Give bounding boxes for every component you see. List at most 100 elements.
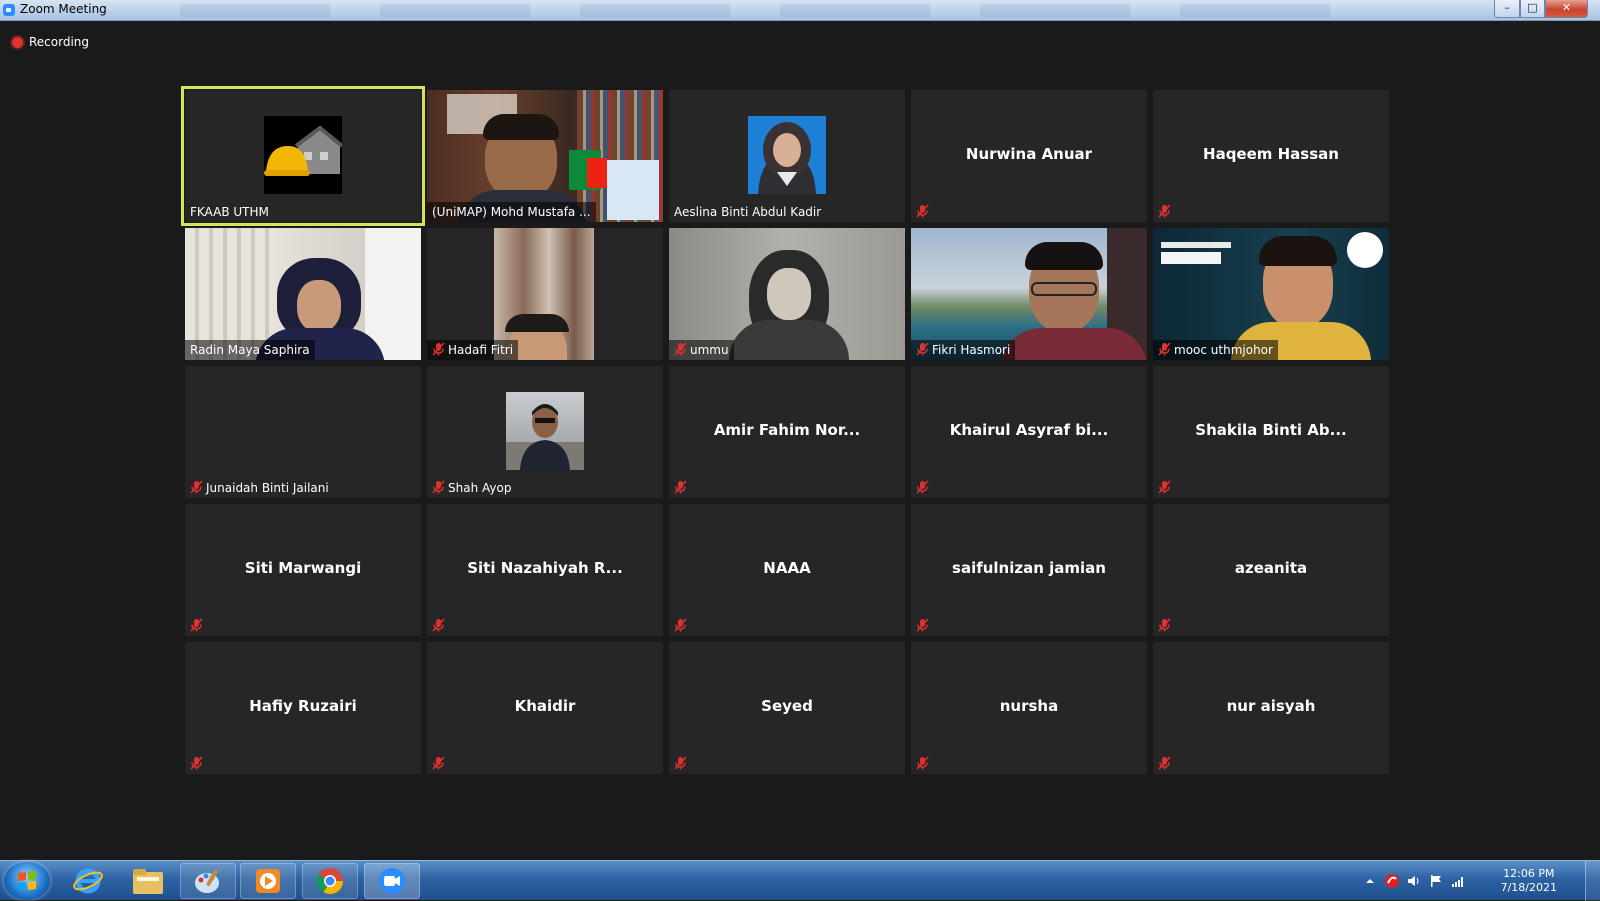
- participant-tile[interactable]: FKAAB UTHM: [181, 86, 425, 226]
- muted-microphone-icon: [190, 755, 203, 773]
- participant-tile[interactable]: Hadafi Fitri: [427, 228, 663, 360]
- participant-name-label: [1153, 616, 1176, 636]
- antivirus-icon[interactable]: [1384, 873, 1400, 889]
- internet-explorer-icon[interactable]: [60, 863, 116, 899]
- participant-tile[interactable]: Hafiy Ruzairi: [185, 642, 421, 774]
- muted-microphone-icon: [674, 479, 687, 497]
- participant-name-label: [911, 478, 934, 498]
- muted-microphone-icon: [432, 479, 445, 497]
- participant-tile[interactable]: Radin Maya Saphira: [185, 228, 421, 360]
- participant-display-name: Khaidir: [514, 697, 576, 715]
- show-hidden-icons-icon[interactable]: [1362, 873, 1378, 889]
- start-button[interactable]: [4, 862, 50, 900]
- participant-display-name: Siti Nazahiyah R...: [467, 559, 623, 577]
- participant-display-name: nursha: [999, 697, 1059, 715]
- participant-tile[interactable]: Seyed: [669, 642, 905, 774]
- participant-tile[interactable]: mooc uthmjohor: [1153, 228, 1389, 360]
- participant-tile[interactable]: saifulnizan jamian: [911, 504, 1147, 636]
- muted-microphone-icon: [674, 341, 687, 359]
- muted-microphone-icon: [1158, 203, 1171, 221]
- muted-microphone-icon: [1158, 755, 1171, 773]
- zoom-icon[interactable]: [364, 863, 420, 899]
- participant-display-name: azeanita: [1234, 559, 1308, 577]
- participant-tile[interactable]: Haqeem Hassan: [1153, 90, 1389, 222]
- participant-display-name: saifulnizan jamian: [952, 559, 1106, 577]
- participant-name-label: [185, 616, 208, 636]
- participant-name-label: Aeslina Binti Abdul Kadir: [669, 202, 826, 222]
- background-titlebar-reflection: [180, 4, 1340, 17]
- participant-name-label: [911, 754, 934, 774]
- participant-name-label: [911, 616, 934, 636]
- participant-name-label: [427, 616, 450, 636]
- participant-tile[interactable]: Siti Nazahiyah R...: [427, 504, 663, 636]
- participant-name: Shah Ayop: [448, 481, 512, 495]
- recording-indicator[interactable]: Recording: [12, 34, 89, 50]
- muted-microphone-icon: [190, 479, 203, 497]
- participant-display-name: NAAA: [763, 559, 811, 577]
- participant-display-name: Nurwina Anuar: [965, 145, 1093, 163]
- participant-name: Hadafi Fitri: [448, 343, 514, 357]
- muted-microphone-icon: [1158, 341, 1171, 359]
- chrome-icon[interactable]: [302, 863, 358, 899]
- participant-name-label: [427, 754, 450, 774]
- participant-name-label: ummu: [669, 340, 734, 360]
- maximize-button[interactable]: □: [1520, 0, 1545, 18]
- muted-microphone-icon: [674, 755, 687, 773]
- participant-display-name: Shakila Binti Ab...: [1195, 421, 1347, 439]
- participant-tile[interactable]: Shakila Binti Ab...: [1153, 366, 1389, 498]
- minimize-button[interactable]: –: [1494, 0, 1520, 18]
- windows-logo-icon: [18, 871, 36, 891]
- participant-name-label: Radin Maya Saphira: [185, 340, 315, 360]
- participant-name: ummu: [690, 343, 729, 357]
- participant-tile[interactable]: Junaidah Binti Jailani: [185, 366, 421, 498]
- muted-microphone-icon: [432, 617, 445, 635]
- windows-taskbar: 12:06 PM 7/18/2021: [0, 860, 1600, 901]
- action-center-flag-icon[interactable]: [1428, 873, 1444, 889]
- participant-tile[interactable]: nursha: [911, 642, 1147, 774]
- participant-tile[interactable]: Shah Ayop: [427, 366, 663, 498]
- participant-tile[interactable]: Nurwina Anuar: [911, 90, 1147, 222]
- muted-microphone-icon: [1158, 479, 1171, 497]
- participant-name-label: Junaidah Binti Jailani: [185, 478, 334, 498]
- participant-name-label: [1153, 478, 1176, 498]
- taskbar-clock[interactable]: 12:06 PM 7/18/2021: [1501, 867, 1557, 895]
- participant-tile[interactable]: ummu: [669, 228, 905, 360]
- zoom-app-icon: [3, 4, 15, 16]
- participant-name-label: (UniMAP) Mohd Mustafa ...: [427, 202, 596, 222]
- muted-microphone-icon: [1158, 617, 1171, 635]
- window-title-bar[interactable]: Zoom Meeting – □ ✕: [0, 0, 1600, 21]
- participant-tile[interactable]: Aeslina Binti Abdul Kadir: [669, 90, 905, 222]
- muted-microphone-icon: [674, 617, 687, 635]
- muted-microphone-icon: [916, 341, 929, 359]
- profile-photo: [748, 116, 826, 194]
- participant-tile[interactable]: Siti Marwangi: [185, 504, 421, 636]
- participant-name-label: FKAAB UTHM: [185, 202, 274, 222]
- show-desktop-button[interactable]: [1585, 861, 1600, 901]
- participant-name: Radin Maya Saphira: [190, 343, 310, 357]
- participant-tile[interactable]: Khaidir: [427, 642, 663, 774]
- participant-name-label: Fikri Hasmori: [911, 340, 1016, 360]
- muted-microphone-icon: [432, 341, 445, 359]
- muted-microphone-icon: [432, 755, 445, 773]
- media-player-icon[interactable]: [240, 863, 296, 899]
- participant-tile[interactable]: azeanita: [1153, 504, 1389, 636]
- participant-display-name: Hafiy Ruzairi: [249, 697, 357, 715]
- participant-tile[interactable]: Khairul Asyraf bi...: [911, 366, 1147, 498]
- participant-tile[interactable]: (UniMAP) Mohd Mustafa ...: [427, 90, 663, 222]
- network-signal-icon[interactable]: [1450, 873, 1466, 889]
- participant-tile[interactable]: Fikri Hasmori: [911, 228, 1147, 360]
- participant-name: (UniMAP) Mohd Mustafa ...: [432, 205, 591, 219]
- participant-name: Aeslina Binti Abdul Kadir: [674, 205, 822, 219]
- participant-tile[interactable]: NAAA: [669, 504, 905, 636]
- window-title: Zoom Meeting: [20, 2, 107, 16]
- muted-microphone-icon: [916, 617, 929, 635]
- participant-tile[interactable]: nur aisyah: [1153, 642, 1389, 774]
- paint-icon[interactable]: [180, 863, 236, 899]
- participant-tile[interactable]: Amir Fahim Nor...: [669, 366, 905, 498]
- participant-name-label: [669, 478, 692, 498]
- participant-display-name: Siti Marwangi: [244, 559, 362, 577]
- file-explorer-icon[interactable]: [120, 863, 176, 899]
- volume-icon[interactable]: [1406, 873, 1422, 889]
- participant-name-label: [1153, 754, 1176, 774]
- close-button[interactable]: ✕: [1545, 0, 1588, 18]
